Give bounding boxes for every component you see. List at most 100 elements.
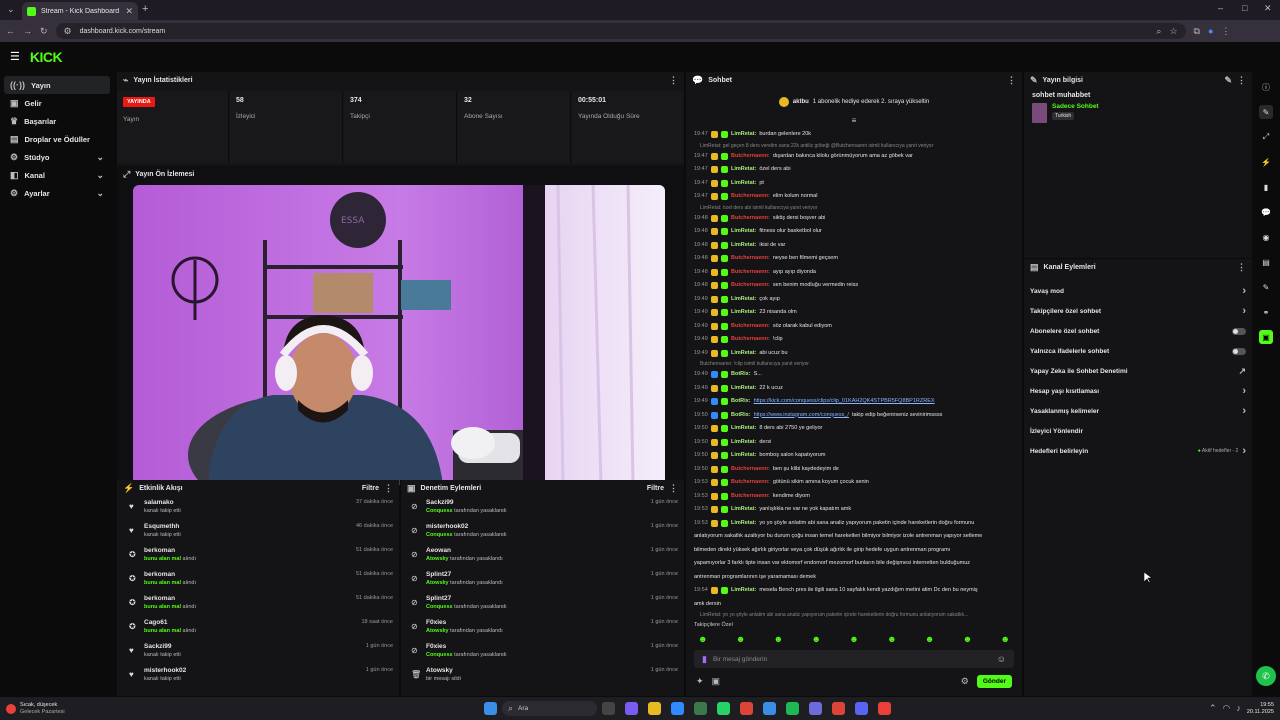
taskbar-search[interactable]: ⌕ Ara bbox=[501, 701, 597, 716]
sidebar-item-yayin[interactable]: ((·)) Yayın bbox=[4, 76, 110, 94]
emote-icon[interactable]: ☻ bbox=[736, 634, 745, 644]
chat-username[interactable]: Butchernaenn: bbox=[731, 476, 770, 490]
gift-icon[interactable]: ▣ bbox=[712, 676, 721, 686]
chat-username[interactable]: LimRetat: bbox=[731, 517, 756, 531]
chat-username[interactable]: BotRix: bbox=[731, 395, 751, 409]
user-name[interactable]: Sackzi99 bbox=[144, 643, 360, 650]
browser-tab[interactable]: Stream - Kick Dashboard ✕ bbox=[22, 2, 138, 20]
sidebar-item-kanal[interactable]: ◧ Kanal ⌄ bbox=[4, 166, 110, 184]
channel-action-item[interactable]: Yapay Zeka ile Sohbet Denetimi ↗ bbox=[1024, 361, 1252, 381]
emote-icon[interactable]: ☻ bbox=[811, 634, 820, 644]
back-icon[interactable]: ← bbox=[6, 26, 15, 36]
chat-message[interactable]: 19:48 Butchernaenn: siktiş dersi boşver ab… bbox=[694, 212, 1014, 226]
list-item[interactable]: ♥ Esqumethh kanalı takip etti 46 dakika önc… bbox=[129, 520, 393, 544]
zoom-icon[interactable]: ⌕ bbox=[1156, 26, 1161, 36]
chat-message[interactable]: 19:53 LimRetat: yanlışlıkla ne var ne yok … bbox=[694, 503, 1014, 517]
chat-message[interactable]: 19:48 Butchernaenn: neyse ben filmemi geçs… bbox=[694, 252, 1014, 266]
sidebar-item-ayarlar[interactable]: ⚙ Ayarlar ⌄ bbox=[4, 184, 110, 202]
user-name[interactable]: Sackzi99 bbox=[426, 499, 645, 506]
chat-username[interactable]: LimRetat: bbox=[731, 177, 756, 191]
user-name[interactable]: berkoman bbox=[144, 547, 350, 554]
chat-message[interactable]: 19:49 BotRix: https://kick.com/conquess/cl… bbox=[694, 395, 1014, 409]
chat-message[interactable]: 19:49 BotRix: S... bbox=[694, 368, 1014, 382]
chat-input[interactable]: ▮ Bir mesaj gönderin ☺ bbox=[694, 650, 1014, 668]
site-info-icon[interactable]: ⚙ bbox=[64, 26, 72, 36]
settings-app-icon[interactable] bbox=[762, 702, 776, 715]
send-button[interactable]: Gönder bbox=[976, 674, 1012, 688]
stream-preview-video[interactable]: ESSA bbox=[133, 185, 665, 485]
toggle-switch[interactable] bbox=[1232, 327, 1246, 335]
kick-logo[interactable]: KICK bbox=[30, 49, 63, 65]
channel-action-item[interactable]: Yalnızca ifadelerle sohbet bbox=[1024, 341, 1252, 361]
edge-icon[interactable] bbox=[670, 702, 684, 715]
chat-username[interactable]: Butchernaenn: bbox=[731, 463, 770, 477]
more-options-icon[interactable]: ⋮ bbox=[669, 75, 678, 85]
chat-link[interactable]: https://kick.com/conquess/clips/clip_01K… bbox=[754, 395, 935, 409]
support-chat-icon[interactable]: ✆ bbox=[1256, 666, 1276, 686]
list-item[interactable]: ⊘ F0xies Atowsky tarafından yasaklandı 1 gü… bbox=[411, 616, 678, 640]
toggle-switch[interactable] bbox=[1232, 347, 1246, 355]
list-item[interactable]: ⊘ Sackzi99 Conquess tarafından yasaklandı 1… bbox=[411, 496, 678, 520]
chat-message[interactable]: 19:53 Butchernaenn: götünü sikim amına koy… bbox=[694, 476, 1014, 490]
chat-icon[interactable]: 💬 bbox=[1259, 205, 1273, 219]
chat-message[interactable]: 19:54 LimRetat: mesela Bench pres ile ilgi… bbox=[694, 584, 1014, 598]
more-options-icon[interactable]: ⋮ bbox=[384, 483, 393, 493]
profile-avatar-icon[interactable]: ● bbox=[1208, 26, 1213, 36]
chat-username[interactable]: Butchernaenn: bbox=[731, 490, 770, 504]
task-view-icon[interactable] bbox=[601, 702, 615, 715]
list-item[interactable]: ♥ salamako kanalı takip etti 37 dakika önce bbox=[129, 496, 393, 520]
tray-chevron-icon[interactable]: ⌃ bbox=[1209, 704, 1217, 713]
list-item[interactable]: ♥ misterhook02 kanalı takip etti 1 gün önce bbox=[129, 664, 393, 688]
chat-message[interactable]: 19:48 LimRetat: ikisi de var bbox=[694, 239, 1014, 253]
close-tab-icon[interactable]: ✕ bbox=[125, 6, 133, 16]
channel-action-item[interactable]: İzleyici Yönlendir bbox=[1024, 421, 1252, 441]
sidebar-item-gelir[interactable]: ▣ Gelir bbox=[4, 94, 110, 112]
list-item[interactable]: ♥ Sackzi99 kanalı takip etti 1 gün önce bbox=[129, 640, 393, 664]
spotify-icon[interactable] bbox=[785, 702, 799, 715]
chat-username[interactable]: Butchernaenn: bbox=[731, 190, 770, 204]
edit-icon[interactable]: ✎ bbox=[1224, 75, 1232, 85]
chat-username[interactable]: LimRetat: bbox=[731, 163, 756, 177]
chat-message[interactable]: 19:49 LimRetat: 22 k ucuz bbox=[694, 382, 1014, 396]
emote-icon[interactable]: ☻ bbox=[1001, 634, 1010, 644]
list-item[interactable]: 🗑 Atowsky bir mesajı sildi 1 gün önce bbox=[411, 664, 678, 688]
user-name[interactable]: F0xies bbox=[426, 619, 645, 626]
chat-settings-icon[interactable]: ≡ bbox=[686, 116, 1022, 128]
user-name[interactable]: Esqumethh bbox=[144, 523, 350, 530]
user-name[interactable]: misterhook02 bbox=[426, 523, 645, 530]
chat-username[interactable]: Butchernaenn: bbox=[731, 252, 770, 266]
emote-icon[interactable]: ☻ bbox=[698, 634, 707, 644]
stats-icon[interactable]: ▮ bbox=[1259, 180, 1273, 194]
more-options-icon[interactable]: ⋮ bbox=[669, 483, 678, 493]
channel-action-item[interactable]: Abonelere özel sohbet bbox=[1024, 321, 1252, 341]
chat-message[interactable]: 19:49 Butchernaenn: !clip bbox=[694, 333, 1014, 347]
reload-icon[interactable]: ↻ bbox=[40, 26, 48, 36]
list-item[interactable]: ✪ berkoman bunu alan mal alındı 51 dakika ö… bbox=[129, 592, 393, 616]
windows-start-icon[interactable] bbox=[483, 702, 497, 715]
wrench-icon[interactable]: ✎ bbox=[1259, 280, 1273, 294]
chat-username[interactable]: LimRetat: bbox=[731, 347, 756, 361]
add-widget-icon[interactable]: ▣ bbox=[1259, 330, 1273, 344]
chrome-icon[interactable] bbox=[831, 702, 845, 715]
chat-username[interactable]: Butchernaenn: bbox=[731, 320, 770, 334]
user-name[interactable]: Atowsky bbox=[426, 667, 645, 674]
weather-widget[interactable]: Sıcak, düşecek Gelecek Pazartesi bbox=[6, 702, 166, 716]
chat-username[interactable]: Butchernaenn: bbox=[731, 150, 770, 164]
category-link[interactable]: Sadece Sohbet bbox=[1052, 103, 1099, 110]
expand-icon[interactable]: ⤢ bbox=[1259, 130, 1273, 144]
emote-icon[interactable]: ☻ bbox=[887, 634, 896, 644]
discord-icon[interactable] bbox=[854, 702, 868, 715]
sidebar-item-studyo[interactable]: ⚙ Stüdyo ⌄ bbox=[4, 148, 110, 166]
user-name[interactable]: Aeowan bbox=[426, 547, 645, 554]
chat-username[interactable]: Butchernaenn: bbox=[731, 333, 770, 347]
filter-button[interactable]: Filtre bbox=[362, 485, 379, 492]
chat-message[interactable]: 19:48 LimRetat: fitness olur basketbol olu… bbox=[694, 225, 1014, 239]
list-item[interactable]: ✪ Cago61 bunu alan mal alındı 18 saat önce bbox=[129, 616, 393, 640]
hamburger-menu-icon[interactable]: ☰ bbox=[10, 51, 20, 63]
file-explorer-icon[interactable] bbox=[647, 702, 661, 715]
chat-message[interactable]: 19:47 LimRetat: özel ders abi bbox=[694, 163, 1014, 177]
chat-username[interactable]: BotRix: bbox=[731, 409, 751, 423]
more-options-icon[interactable]: ⋮ bbox=[1007, 75, 1016, 85]
emote-icon[interactable]: ☻ bbox=[963, 634, 972, 644]
link-icon[interactable]: ⚭ bbox=[1259, 305, 1273, 319]
